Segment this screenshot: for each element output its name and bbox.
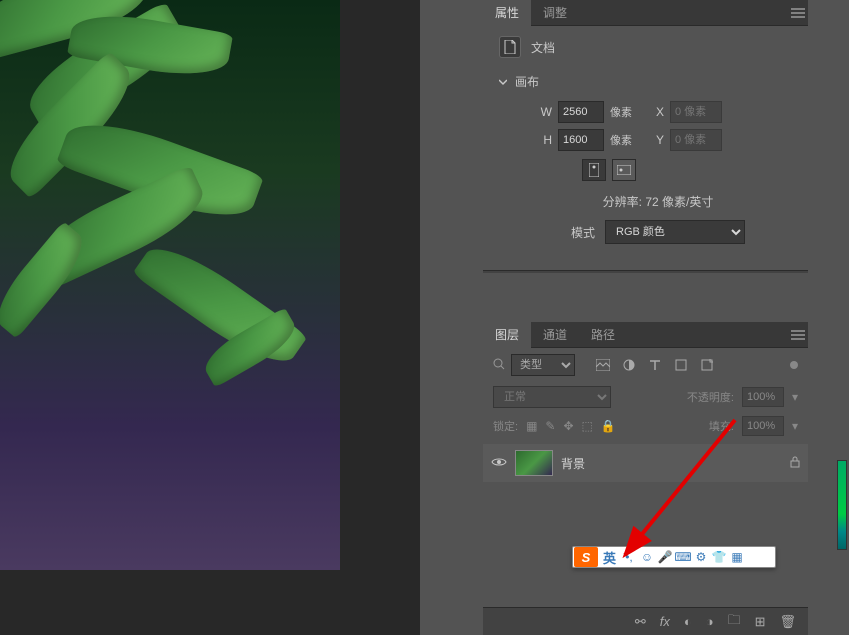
ime-language[interactable]: 英 [599, 548, 620, 567]
layer-style-icon[interactable]: fx [660, 614, 670, 629]
ime-toolbox-icon[interactable]: ▦ [728, 550, 746, 564]
filter-toggle[interactable] [790, 361, 798, 369]
document-canvas[interactable] [0, 0, 340, 570]
width-label: W [534, 105, 552, 119]
filter-adjustment-icon[interactable] [621, 357, 637, 373]
layer-list: 背景 [483, 444, 808, 482]
height-input[interactable] [558, 129, 604, 151]
lock-label: 锁定: [493, 418, 518, 434]
blend-mode-select[interactable]: 正常 [493, 386, 611, 408]
layers-panel-menu-icon[interactable] [788, 322, 808, 348]
layers-footer: ⚯ fx ◐ ◑ 🗀 ⊞ 🗑 [483, 607, 808, 635]
landscape-button[interactable] [612, 159, 636, 181]
mode-label: 模式 [571, 224, 595, 241]
height-unit: 像素 [610, 132, 632, 148]
ime-toolbar[interactable]: S 英 •, ☺ 🎤 ⌨ ⚙ 👕 ▦ [572, 546, 776, 568]
filter-type-icon[interactable] [647, 357, 663, 373]
filter-pixel-icon[interactable] [595, 357, 611, 373]
ime-settings-icon[interactable]: ⚙ [692, 550, 710, 564]
filter-smart-icon[interactable] [699, 357, 715, 373]
filter-type-select[interactable]: 类型 [511, 354, 575, 376]
chevron-down-icon [499, 75, 509, 89]
canvas-section-title: 画布 [515, 73, 539, 90]
width-input[interactable] [558, 101, 604, 123]
y-label: Y [646, 133, 664, 147]
adjustment-layer-icon[interactable]: ◑ [706, 614, 714, 629]
ime-keyboard-icon[interactable]: ⌨ [674, 550, 692, 564]
ime-punct-icon[interactable]: •, [620, 550, 638, 564]
tab-layers[interactable]: 图层 [483, 322, 531, 348]
tab-properties[interactable]: 属性 [483, 0, 531, 26]
layer-thumbnail[interactable] [515, 450, 553, 476]
visibility-toggle-icon[interactable] [491, 456, 507, 470]
tab-channels[interactable]: 通道 [531, 322, 579, 348]
ime-emoji-icon[interactable]: ☺ [638, 550, 656, 564]
layer-row[interactable]: 背景 [483, 444, 808, 482]
lock-artboard-icon[interactable]: ⬚ [582, 419, 593, 433]
panel-menu-icon[interactable] [788, 0, 808, 26]
new-layer-icon[interactable]: ⊞ [755, 614, 766, 630]
sogou-logo-icon[interactable]: S [574, 547, 598, 567]
opacity-value[interactable]: 100% [742, 387, 784, 407]
canvas-workspace [0, 0, 420, 635]
tab-paths[interactable]: 路径 [579, 322, 627, 348]
document-icon [499, 36, 521, 58]
delete-layer-icon[interactable]: 🗑 [779, 614, 796, 630]
ime-skin-icon[interactable]: 👕 [710, 550, 728, 564]
width-unit: 像素 [610, 104, 632, 120]
opacity-label: 不透明度: [687, 389, 734, 405]
layer-name[interactable]: 背景 [561, 455, 585, 472]
portrait-button[interactable] [582, 159, 606, 181]
filter-shape-icon[interactable] [673, 357, 689, 373]
canvas-section-header[interactable]: 画布 [499, 68, 792, 95]
search-icon [493, 358, 505, 373]
tab-adjustments[interactable]: 调整 [531, 0, 579, 26]
x-label: X [646, 105, 664, 119]
ime-voice-icon[interactable]: 🎤 [656, 550, 674, 564]
height-label: H [534, 133, 552, 147]
lock-all-icon[interactable]: 🔒 [601, 419, 616, 433]
fill-label: 填充: [709, 418, 734, 434]
color-mode-select[interactable]: RGB 颜色 [605, 220, 745, 244]
properties-tabs: 属性 调整 [483, 0, 808, 26]
document-type-label: 文档 [531, 39, 555, 56]
lock-position-icon[interactable]: ✥ [563, 419, 573, 433]
lock-transparent-icon[interactable]: ▦ [526, 419, 537, 433]
lock-pixels-icon[interactable]: ✎ [545, 419, 555, 433]
layers-tabs: 图层 通道 路径 [483, 322, 808, 348]
link-layers-icon[interactable]: ⚯ [635, 614, 646, 630]
x-input [670, 101, 722, 123]
color-indicator-bar [837, 460, 847, 550]
layer-lock-icon[interactable] [790, 456, 800, 471]
fill-value[interactable]: 100% [742, 416, 784, 436]
y-input [670, 129, 722, 151]
group-icon[interactable]: 🗀 [728, 611, 741, 633]
layer-mask-icon[interactable]: ◐ [684, 614, 692, 629]
resolution-display: 分辨率: 72 像素/英寸 [534, 193, 782, 210]
